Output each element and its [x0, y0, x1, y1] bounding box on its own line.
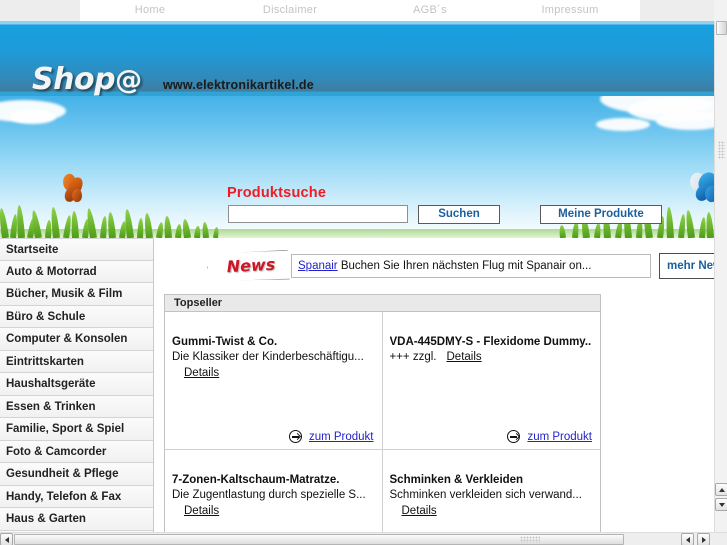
product-details-link[interactable]: Details [447, 351, 482, 363]
sidebar-item-auto-motorrad[interactable]: Auto & Motorrad [0, 260, 153, 283]
product-card[interactable]: 7-Zonen-Kaltschaum-Matratze. Die Zugentl… [165, 450, 383, 532]
horizontal-scrollbar[interactable] [0, 532, 727, 545]
news-badge: News [207, 251, 295, 281]
sidebar-item-foto-camcorder[interactable]: Foto & Camcorder [0, 440, 153, 463]
product-description: Die Zugentlastung durch spezielle S... [172, 489, 366, 501]
sidebar-item-startseite[interactable]: Startseite [0, 238, 153, 261]
product-description: Schminken verkleiden sich verwand... [389, 489, 582, 501]
arrow-right-circle-icon [288, 430, 302, 443]
scrollbar-grip-dots [718, 141, 725, 159]
butterfly-orange-icon [60, 172, 84, 204]
sidebar-item-buecher-musik-film[interactable]: Bücher, Musik & Film [0, 283, 153, 306]
grass-blade [201, 221, 209, 238]
scrollbar-grip-dots [520, 536, 540, 543]
news-link-spanair[interactable]: Spanair [298, 260, 338, 272]
news-ticker-body: Buchen Sie Ihren nächsten Flug mit Spana… [337, 260, 592, 272]
product-search-label: Produktsuche [227, 185, 327, 201]
nav-item-disclaimer[interactable]: Disclaimer [220, 0, 360, 21]
topseller-heading: Topseller [165, 295, 600, 312]
site-logo[interactable]: Shop@ [32, 65, 142, 95]
grass-blade [705, 211, 714, 238]
product-details-link[interactable]: Details [184, 367, 219, 379]
product-title: Gummi-Twist & Co. [172, 336, 278, 348]
vertical-scrollbar-thumb[interactable] [716, 21, 727, 35]
grass-blade [137, 217, 145, 238]
product-card[interactable]: Gummi-Twist & Co. Die Klassiker der Kind… [165, 312, 383, 450]
scroll-left-button-right[interactable] [681, 533, 694, 545]
logo-at-symbol: @ [115, 65, 142, 96]
product-details-link[interactable]: Details [184, 505, 219, 517]
scroll-right-button[interactable] [697, 533, 710, 545]
grass-blade [70, 210, 79, 238]
nav-item-impressum[interactable]: Impressum [500, 0, 640, 21]
nav-item-home[interactable]: Home [80, 0, 220, 21]
product-title: 7-Zonen-Kaltschaum-Matratze. [172, 474, 340, 486]
top-navigation-bar: Home Disclaimer AGB´s Impressum [0, 0, 714, 21]
topseller-product-grid: Gummi-Twist & Co. Die Klassiker der Kind… [165, 312, 600, 532]
my-products-button[interactable]: Meine Produkte [540, 205, 662, 224]
logo-text: Shop [32, 62, 116, 97]
to-product-label: zum Produkt [308, 430, 374, 443]
product-search-input[interactable] [228, 205, 408, 223]
topseller-panel: Topseller Gummi-Twist & Co. Die Klassike… [164, 294, 601, 532]
more-news-button[interactable]: mehr News [659, 253, 714, 279]
butterfly-blue-icon [687, 170, 714, 204]
to-product-link[interactable]: zum Produkt [507, 430, 592, 443]
grass-blade [665, 206, 674, 238]
grass-blade [163, 215, 172, 238]
product-description: Die Klassiker der Kinderbeschäftigu... [172, 351, 364, 363]
top-navigation-links: Home Disclaimer AGB´s Impressum [80, 0, 640, 21]
product-title: VDA-445DMY-S - Flexidome Dummy... [389, 336, 593, 348]
sidebar-item-handy-telefon-fax[interactable]: Handy, Telefon & Fax [0, 485, 153, 508]
cloud-icon [10, 110, 56, 124]
scroll-down-button[interactable] [715, 498, 727, 511]
main-content: News Spanair Buchen Sie Ihren nächsten F… [155, 238, 714, 532]
vertical-scrollbar[interactable] [714, 21, 727, 532]
nav-item-agb[interactable]: AGB´s [360, 0, 500, 21]
news-ticker-text: Spanair Buchen Sie Ihren nächsten Flug m… [291, 254, 651, 278]
sidebar-item-haus-garten[interactable]: Haus & Garten [0, 508, 153, 531]
news-ticker-row: News Spanair Buchen Sie Ihren nächsten F… [155, 248, 714, 284]
sidebar-item-haushaltsgeraete[interactable]: Haushaltsgeräte [0, 373, 153, 396]
product-card[interactable]: Schminken & Verkleiden Schminken verklei… [383, 450, 601, 532]
product-description: +++ zzgl. Details [390, 351, 593, 363]
sidebar-item-computer-konsolen[interactable]: Computer & Konsolen [0, 328, 153, 351]
product-title: Schminken & Verkleiden [389, 474, 524, 486]
product-card[interactable]: VDA-445DMY-S - Flexidome Dummy... +++ zz… [382, 312, 600, 450]
category-sidebar: Startseite Auto & Motorrad Bücher, Musik… [0, 238, 154, 532]
cloud-icon [656, 112, 714, 130]
sidebar-item-familie-sport-spiel[interactable]: Familie, Sport & Spiel [0, 418, 153, 441]
site-url-text: www.elektronikartikel.de [163, 78, 314, 92]
arrow-right-circle-icon [507, 430, 521, 443]
grass-blade [15, 204, 25, 238]
scroll-left-button[interactable] [0, 533, 13, 545]
sidebar-item-gesundheit-pflege[interactable]: Gesundheit & Pflege [0, 463, 153, 486]
sidebar-item-essen-trinken[interactable]: Essen & Trinken [0, 395, 153, 418]
sidebar-item-buero-schule[interactable]: Büro & Schule [0, 305, 153, 328]
grass-blade [194, 225, 202, 238]
grass-blade [106, 211, 116, 238]
product-details-link[interactable]: Details [402, 505, 437, 517]
search-button[interactable]: Suchen [418, 205, 500, 224]
grass-blade [558, 224, 566, 238]
grass-blade [0, 207, 9, 238]
product-price-note: +++ zzgl. [389, 351, 437, 363]
grass-blade [181, 218, 191, 238]
to-product-label: zum Produkt [527, 430, 592, 443]
cloud-icon [596, 118, 650, 131]
scroll-up-button[interactable] [715, 483, 727, 496]
grass-blade [143, 212, 153, 238]
to-product-link[interactable]: zum Produkt [288, 430, 374, 443]
sidebar-item-eintrittskarten[interactable]: Eintrittskarten [0, 350, 153, 373]
site-header-bar: Shop@ www.elektronikartikel.de [0, 21, 714, 96]
browser-viewport: Home Disclaimer AGB´s Impressum Shop@ ww… [0, 0, 727, 545]
